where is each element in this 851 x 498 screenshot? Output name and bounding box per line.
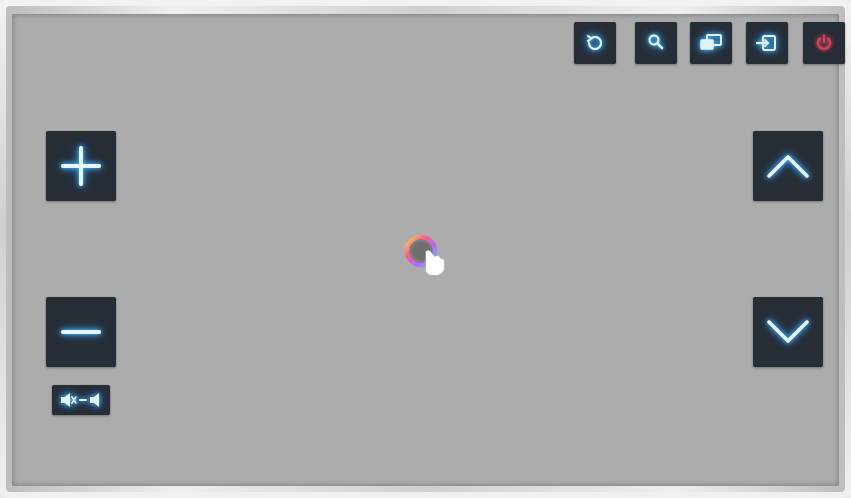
mute-toggle-icon [61, 393, 99, 407]
refresh-button[interactable] [574, 22, 616, 64]
search-button[interactable] [635, 22, 677, 64]
pointer-cursor[interactable] [399, 230, 453, 278]
search-icon [648, 34, 664, 50]
input-source-icon [755, 35, 776, 51]
chevron-down-icon [767, 320, 809, 343]
channel-up-button[interactable] [753, 131, 823, 201]
input-source-button[interactable] [746, 22, 788, 64]
mute-button[interactable] [52, 385, 110, 415]
remote-frame [0, 0, 851, 498]
screens-icon [700, 34, 722, 50]
screens-button[interactable] [690, 22, 732, 64]
minus-icon [61, 330, 101, 334]
chevron-up-icon [767, 155, 809, 178]
plus-icon [61, 146, 101, 186]
power-icon [816, 34, 832, 50]
refresh-icon [587, 35, 603, 51]
hand-pointer-icon [404, 234, 445, 276]
volume-up-button[interactable] [46, 131, 116, 201]
channel-down-button[interactable] [753, 297, 823, 367]
volume-down-button[interactable] [46, 297, 116, 367]
power-button[interactable] [803, 22, 845, 64]
